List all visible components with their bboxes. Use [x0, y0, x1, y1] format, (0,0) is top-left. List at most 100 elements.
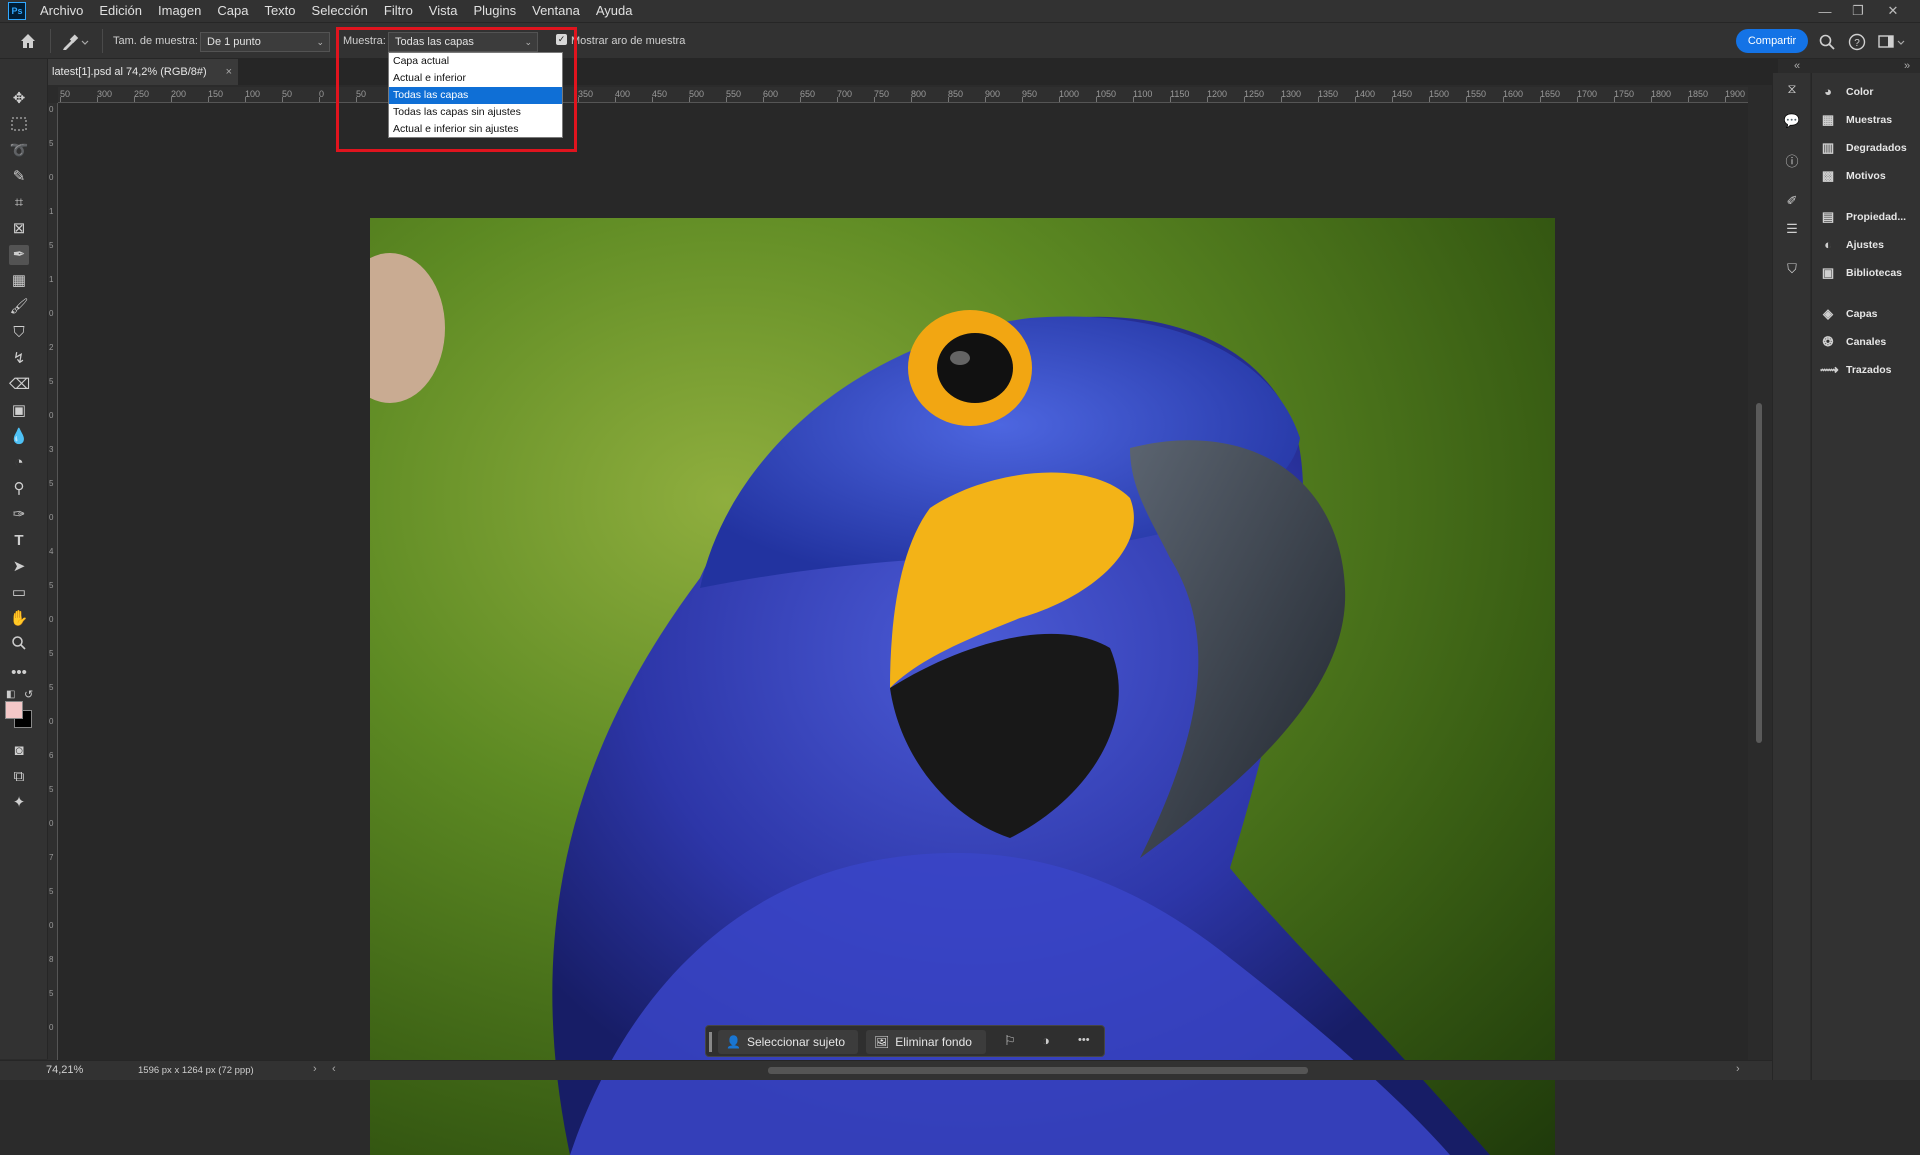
ruler-tick-label: 5 — [49, 479, 54, 488]
crop-tool-icon[interactable]: ⌗ — [9, 193, 29, 213]
quick-selection-tool-icon[interactable]: ✎ — [9, 167, 29, 187]
menu-plugins[interactable]: Plugins — [465, 0, 524, 22]
scroll-left-icon[interactable]: ‹ — [332, 1063, 336, 1075]
pin-icon[interactable]: ⚐ — [1004, 1033, 1016, 1049]
healing-brush-tool-icon[interactable]: ▦ — [9, 271, 29, 291]
close-tab-icon[interactable]: × — [226, 59, 232, 85]
ruler-tick-label: 0 — [49, 411, 54, 420]
lasso-tool-icon[interactable]: ➰ — [9, 141, 29, 161]
menu-imagen[interactable]: Imagen — [150, 0, 209, 22]
swap-colors-icon[interactable]: ↺ — [24, 688, 33, 701]
info-panel-icon[interactable]: ⓘ — [1783, 151, 1801, 169]
person-icon: 👤 — [726, 1035, 741, 1049]
blur-tool-icon[interactable]: 💧 — [9, 427, 29, 447]
restore-button[interactable]: ❐ — [1843, 0, 1873, 22]
menu-archivo[interactable]: Archivo — [32, 0, 91, 22]
sample-size-select[interactable]: De 1 punto ⌄ — [200, 32, 330, 52]
gradient-tool-icon[interactable]: ▣ — [9, 401, 29, 421]
foreground-color-swatch[interactable] — [5, 701, 23, 719]
panel-adjustments[interactable]: ◐ Ajustes — [1820, 235, 1884, 255]
history-brush-tool-icon[interactable]: ↯ — [9, 349, 29, 369]
panel-layers[interactable]: ◈ Capas — [1820, 304, 1878, 324]
default-colors-icon[interactable]: ◧ — [6, 689, 15, 700]
panel-color[interactable]: ◕ Color — [1820, 82, 1873, 102]
ruler-tick-label: 7 — [49, 853, 54, 862]
generative-icon[interactable]: ✦ — [9, 793, 29, 813]
adjust-icon[interactable]: ◑ — [1042, 1033, 1050, 1048]
more-options-icon[interactable]: ••• — [1078, 1034, 1090, 1046]
more-tools-icon[interactable]: ••• — [9, 663, 29, 683]
workspace-button[interactable] — [1878, 33, 1908, 51]
options-bar: Tam. de muestra: De 1 punto ⌄ Muestra: To… — [0, 22, 1920, 59]
eyedropper-preset-picker[interactable] — [60, 32, 90, 52]
screen-mode-icon[interactable]: ⧉ — [9, 767, 29, 787]
menu-capa[interactable]: Capa — [209, 0, 256, 22]
ruler-tick-label: 0 — [49, 615, 54, 624]
rectangle-tool-icon[interactable]: ▭ — [9, 583, 29, 603]
dodge-tool-icon[interactable]: ◔ — [9, 453, 29, 473]
eraser-tool-icon[interactable]: ⌫ — [9, 375, 30, 395]
share-button[interactable]: Compartir — [1736, 29, 1808, 53]
parrot-photo[interactable] — [370, 218, 1555, 1155]
hand-tool-icon[interactable]: ✋ — [9, 609, 29, 629]
canvas-area[interactable] — [58, 103, 1748, 1155]
ruler-tick-label: 5 — [49, 989, 54, 998]
type-tool-icon[interactable]: T — [9, 531, 29, 551]
panel-libraries[interactable]: ▣ Bibliotecas — [1820, 263, 1902, 283]
ruler-tick — [1022, 97, 1023, 102]
panel-channels[interactable]: ❂ Canales — [1820, 332, 1887, 352]
panel-paths[interactable]: ⟿ Trazados — [1820, 360, 1892, 380]
status-menu-arrow-icon[interactable]: › — [313, 1063, 317, 1075]
brush-settings-icon[interactable]: ✐ — [1783, 193, 1801, 211]
search-icon — [1819, 34, 1835, 50]
panel-swatches[interactable]: ▦ Muestras — [1820, 110, 1892, 130]
ruler-tick — [1688, 97, 1689, 102]
clone-source-icon[interactable]: ⛉ — [1783, 261, 1801, 279]
menu-seleccion[interactable]: Selección — [304, 0, 376, 22]
menu-edicion[interactable]: Edición — [91, 0, 150, 22]
menu-vista[interactable]: Vista — [421, 0, 466, 22]
search-button[interactable] — [1818, 33, 1836, 51]
help-button[interactable]: ? — [1848, 33, 1866, 51]
horizontal-scroll-thumb[interactable] — [768, 1067, 1308, 1074]
ruler-tick — [726, 97, 727, 102]
menu-ayuda[interactable]: Ayuda — [588, 0, 641, 22]
brush-tool-icon[interactable]: 🖌 — [9, 297, 29, 317]
zoom-level[interactable]: 74,21% — [46, 1064, 83, 1076]
home-button[interactable] — [18, 31, 38, 51]
select-subject-button[interactable]: 👤 Seleccionar sujeto — [718, 1030, 858, 1054]
vertical-scroll-thumb[interactable] — [1756, 403, 1762, 743]
minimize-button[interactable]: — — [1810, 0, 1840, 22]
close-window-button[interactable]: ✕ — [1878, 0, 1908, 22]
ruler-tick-label: 1900 — [1725, 89, 1746, 99]
vertical-scrollbar[interactable] — [1752, 103, 1766, 1065]
scroll-right-icon[interactable]: › — [1736, 1063, 1740, 1075]
frame-tool-icon[interactable]: ⊠ — [9, 219, 29, 239]
taskbar-grip[interactable] — [709, 1032, 712, 1052]
quick-mask-icon[interactable]: ◙ — [9, 741, 29, 761]
path-selection-tool-icon[interactable]: ➤ — [9, 557, 29, 577]
collapse-dock-icon[interactable]: « — [1794, 60, 1800, 72]
adjustment-sliders-icon[interactable]: ☰ — [1783, 221, 1801, 239]
marquee-tool-icon[interactable] — [9, 115, 29, 135]
panel-properties[interactable]: ▤ Propiedad... — [1820, 207, 1906, 227]
menu-texto[interactable]: Texto — [256, 0, 303, 22]
history-panel-icon[interactable]: ⧖ — [1783, 81, 1801, 99]
help-icon: ? — [1848, 33, 1866, 51]
comments-panel-icon[interactable]: 💬 — [1783, 113, 1801, 131]
eyedropper-tool-icon[interactable]: ✒ — [9, 245, 29, 265]
menu-ventana[interactable]: Ventana — [524, 0, 588, 22]
panel-patterns[interactable]: ▩ Motivos — [1820, 166, 1886, 186]
zoom-tool-icon[interactable] — [9, 635, 29, 655]
panel-gradients[interactable]: ▥ Degradados — [1820, 138, 1907, 158]
remove-background-button[interactable]: 🖼 Eliminar fondo — [866, 1030, 986, 1054]
zoom-lens-tool-icon[interactable]: ⚲ — [9, 479, 29, 499]
menu-filtro[interactable]: Filtro — [376, 0, 421, 22]
clone-stamp-tool-icon[interactable]: ⛉ — [9, 323, 29, 343]
ruler-tick-label: 50 — [282, 89, 293, 99]
document-title: latest[1].psd al 74,2% (RGB/8#) — [52, 66, 207, 78]
pen-tool-icon[interactable]: ✑ — [9, 505, 29, 525]
expand-panels-icon[interactable]: » — [1904, 60, 1910, 72]
document-tab[interactable]: latest[1].psd al 74,2% (RGB/8#) × — [48, 59, 238, 85]
move-tool-icon[interactable]: ✥ — [9, 89, 29, 109]
